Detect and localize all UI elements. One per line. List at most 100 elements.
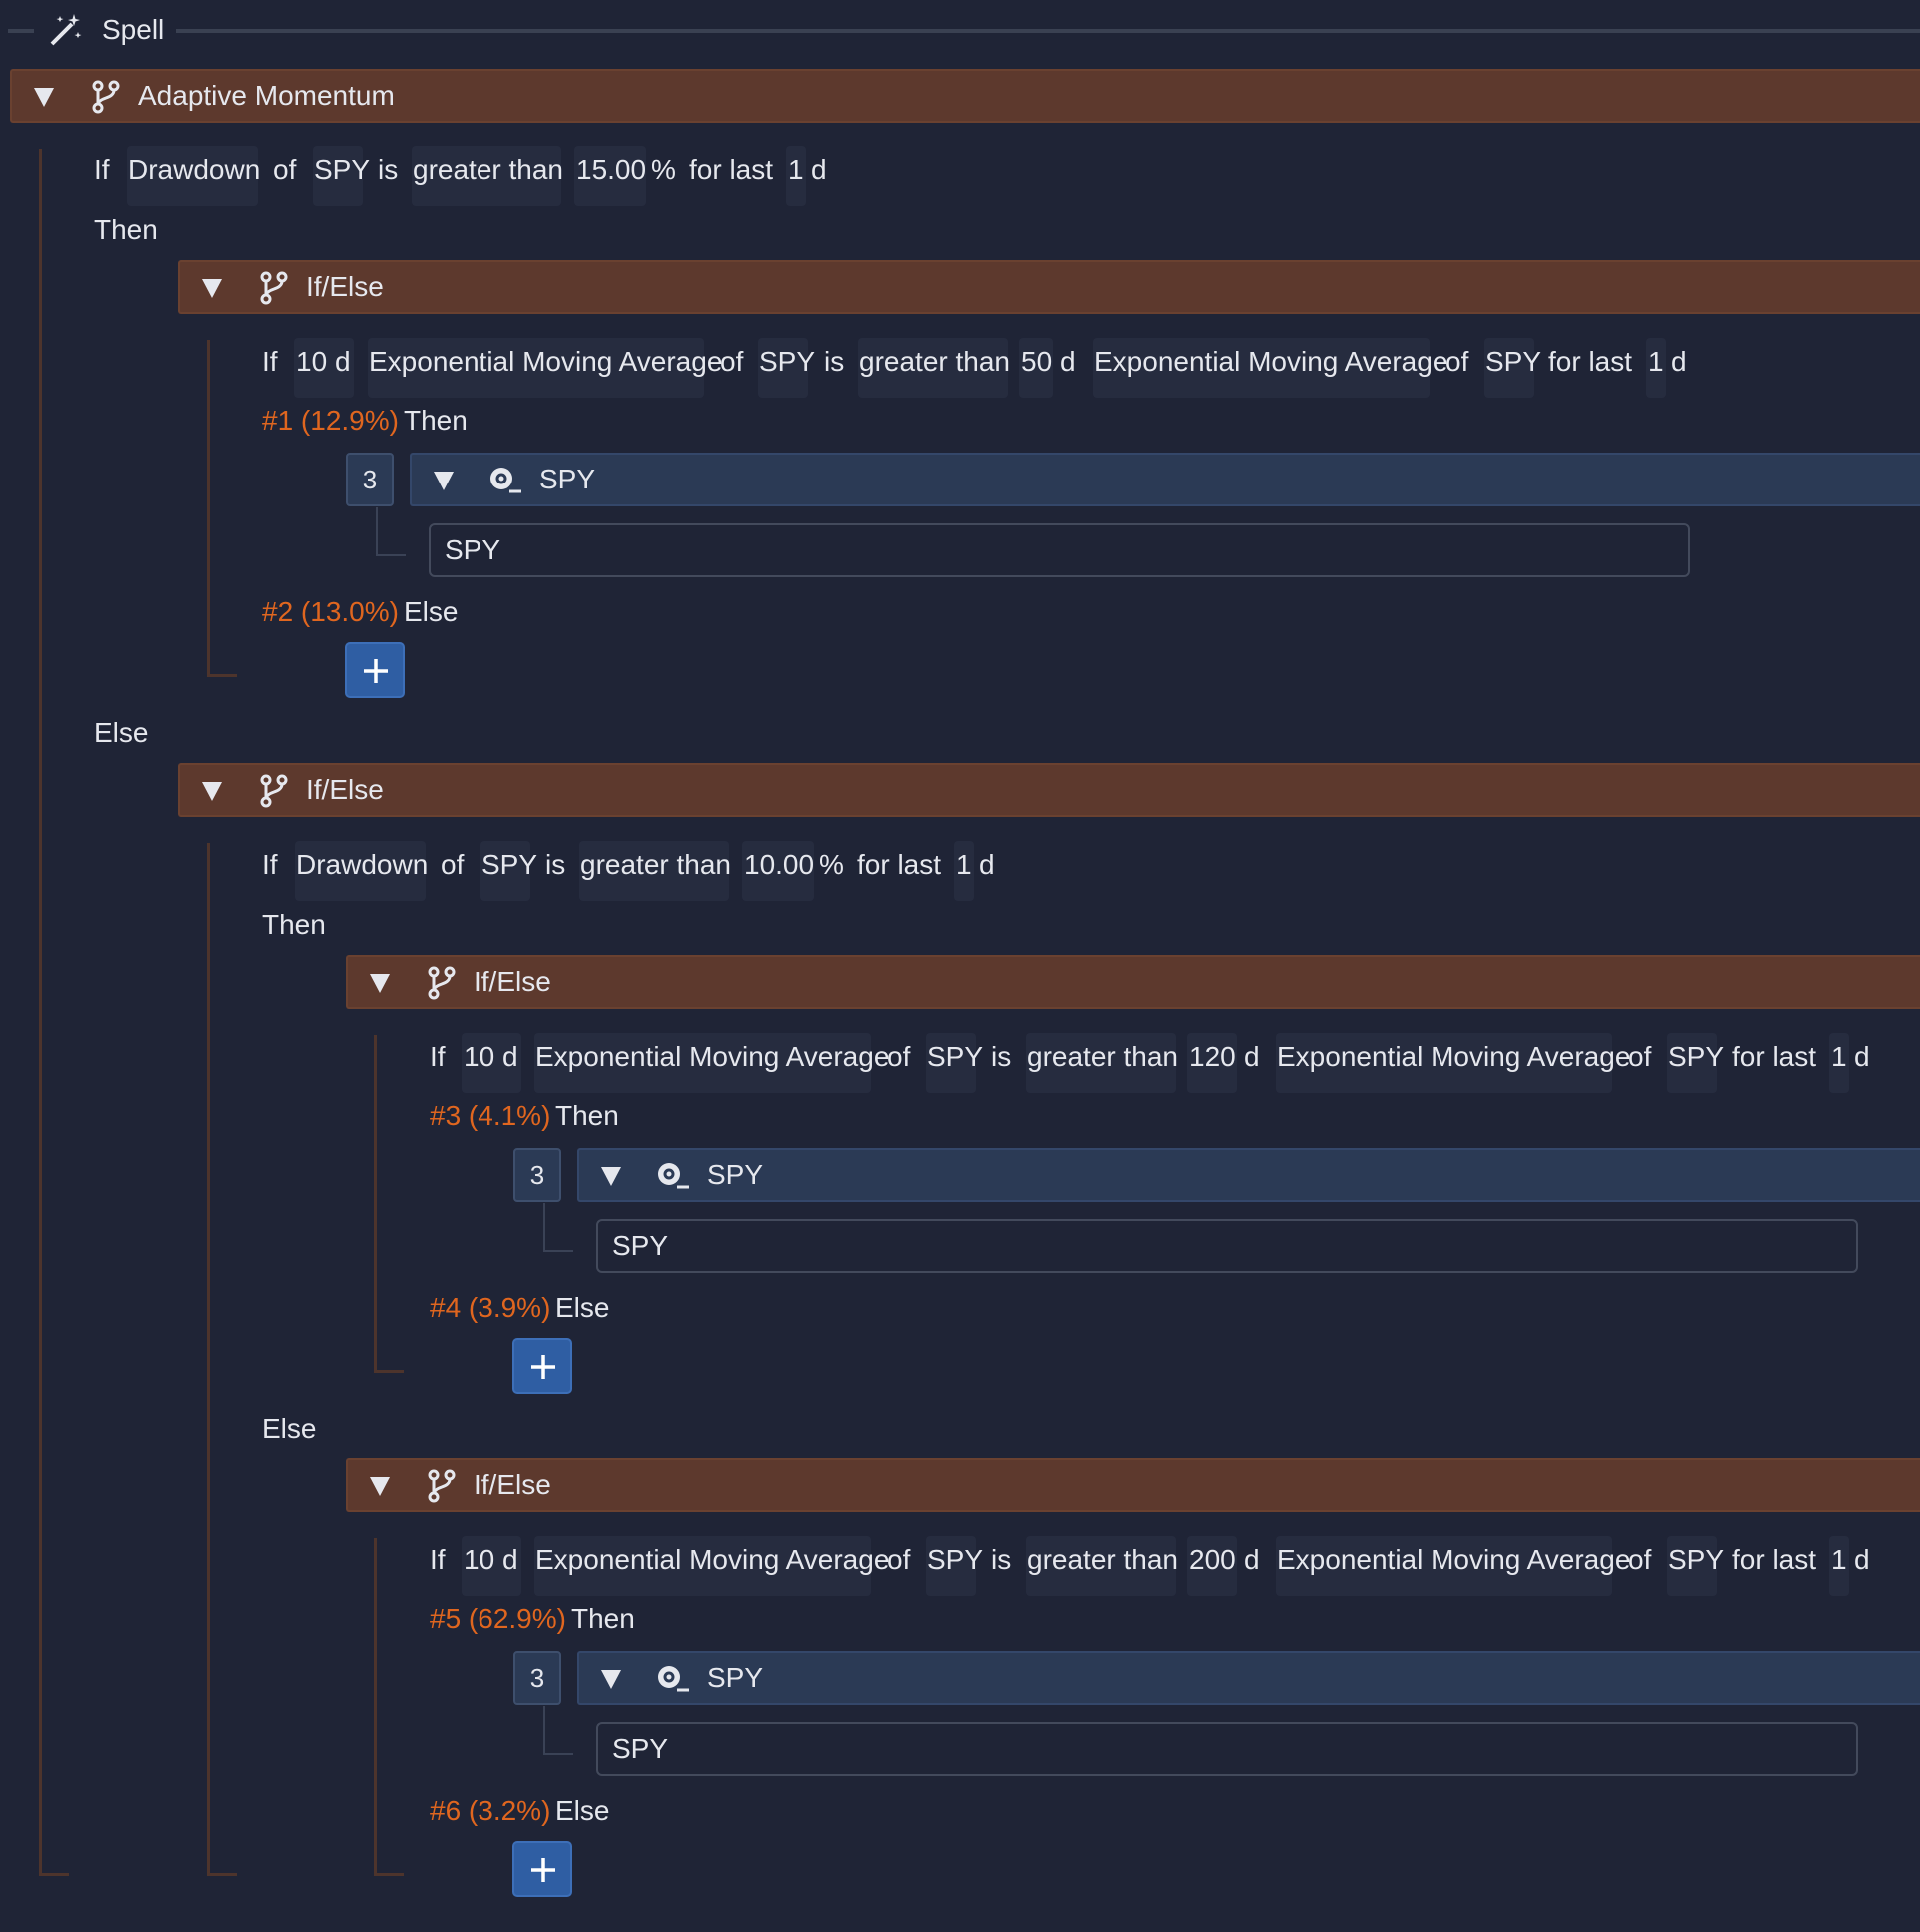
window-unit: d [1060, 346, 1076, 377]
collapse-triangle-icon[interactable] [32, 85, 56, 109]
weight-input[interactable]: 3 [513, 1148, 561, 1202]
unit-label: % [819, 849, 844, 880]
window-input[interactable]: 10 [296, 344, 327, 380]
if-keyword: If [430, 1544, 446, 1575]
weight-input[interactable]: 3 [513, 1651, 561, 1705]
comparator-select[interactable]: greater than [1027, 1039, 1178, 1075]
window-input[interactable]: 120 [1189, 1039, 1236, 1075]
window-input[interactable]: 200 [1189, 1542, 1236, 1578]
weight-input[interactable]: 3 [346, 453, 394, 506]
tree-line [374, 1538, 377, 1876]
period-input[interactable]: 1 [956, 847, 972, 883]
add-button[interactable] [512, 1841, 572, 1897]
of-keyword: of [887, 1544, 911, 1575]
asset-select[interactable]: SPY [927, 1039, 983, 1075]
asset-block-header[interactable]: SPY [577, 1651, 1920, 1705]
add-button[interactable] [512, 1338, 572, 1394]
magnifier-icon [655, 1664, 691, 1694]
ticker-field[interactable]: SPY [429, 523, 1690, 577]
git-branch-icon [424, 1468, 460, 1504]
collapse-triangle-icon[interactable] [599, 1164, 623, 1188]
window-input[interactable]: 10 [464, 1039, 494, 1075]
period-input[interactable]: 1 [788, 152, 804, 188]
ifelse-block-header[interactable]: If/Else [346, 1458, 1920, 1512]
block-title[interactable]: Adaptive Momentum [138, 78, 395, 114]
comparator-select[interactable]: greater than [413, 152, 563, 188]
for-last-keyword: for last [857, 849, 942, 880]
magic-wand-icon [50, 14, 82, 46]
asset-select[interactable]: SPY [927, 1542, 983, 1578]
indicator-select[interactable]: Exponential Moving Average [1277, 1542, 1630, 1578]
period-input[interactable]: 1 [1648, 344, 1664, 380]
asset-title[interactable]: SPY [539, 462, 595, 497]
branch-tag: #1 (12.9%) [262, 405, 399, 436]
if-keyword: If [262, 346, 278, 377]
period-unit: d [1854, 1544, 1870, 1575]
period-input[interactable]: 1 [1831, 1542, 1847, 1578]
asset-select[interactable]: SPY [759, 344, 815, 380]
for-last-keyword: for last [1732, 1544, 1817, 1575]
ticker-value[interactable]: SPY [612, 1731, 668, 1767]
indicator-select[interactable]: Exponential Moving Average [1094, 344, 1447, 380]
collapse-triangle-icon[interactable] [432, 469, 456, 492]
if-keyword: If [430, 1041, 446, 1072]
connector-line [376, 507, 378, 555]
ticker-value[interactable]: SPY [445, 532, 500, 568]
add-button[interactable] [345, 642, 405, 698]
window-input[interactable]: 10 [464, 1542, 494, 1578]
root-tree-line-end [39, 1873, 69, 1876]
collapse-triangle-icon[interactable] [599, 1667, 623, 1691]
comparator-select[interactable]: greater than [1027, 1542, 1178, 1578]
ticker-field[interactable]: SPY [596, 1722, 1858, 1776]
spell-bar-divider-right [176, 29, 1920, 33]
threshold-input[interactable]: 10.00 [744, 847, 814, 883]
tree-line [207, 340, 210, 677]
indicator-select[interactable]: Drawdown [128, 152, 260, 188]
ifelse-block-header[interactable]: If/Else [178, 260, 1920, 314]
then-label: Then [404, 405, 468, 436]
is-keyword: is [824, 346, 845, 377]
period-input[interactable]: 1 [1831, 1039, 1847, 1075]
block-title[interactable]: If/Else [474, 1467, 551, 1503]
git-branch-icon [256, 270, 292, 306]
collapse-triangle-icon[interactable] [200, 779, 224, 803]
ticker-field[interactable]: SPY [596, 1219, 1858, 1273]
collapse-triangle-icon[interactable] [368, 971, 392, 995]
ticker-value[interactable]: SPY [612, 1228, 668, 1264]
asset-select[interactable]: SPY [1485, 344, 1541, 380]
block-title[interactable]: If/Else [306, 269, 384, 305]
indicator-select[interactable]: Exponential Moving Average [1277, 1039, 1630, 1075]
indicator-select[interactable]: Exponential Moving Average [535, 1039, 889, 1075]
indicator-select[interactable]: Exponential Moving Average [535, 1542, 889, 1578]
period-unit: d [811, 154, 827, 185]
indicator-select[interactable]: Exponential Moving Average [369, 344, 722, 380]
tree-line [374, 1035, 377, 1373]
ifelse-block-header[interactable]: If/Else [178, 763, 1920, 817]
collapse-triangle-icon[interactable] [368, 1474, 392, 1498]
block-title[interactable]: If/Else [474, 964, 551, 1000]
comparator-select[interactable]: greater than [580, 847, 731, 883]
else-label: Else [555, 1292, 610, 1323]
threshold-input[interactable]: 15.00 [576, 152, 646, 188]
window-input[interactable]: 50 [1021, 344, 1052, 380]
period-unit: d [979, 849, 995, 880]
asset-select[interactable]: SPY [481, 847, 537, 883]
asset-title[interactable]: SPY [707, 1157, 763, 1193]
comparator-select[interactable]: greater than [859, 344, 1010, 380]
spell-label: Spell [102, 14, 165, 45]
asset-select[interactable]: SPY [1668, 1039, 1724, 1075]
asset-block-header[interactable]: SPY [577, 1148, 1920, 1202]
ifelse-block-header[interactable]: If/Else [346, 955, 1920, 1009]
block-title[interactable]: If/Else [306, 772, 384, 808]
asset-select[interactable]: SPY [314, 152, 370, 188]
asset-title[interactable]: SPY [707, 1660, 763, 1696]
asset-select[interactable]: SPY [1668, 1542, 1724, 1578]
indicator-select[interactable]: Drawdown [296, 847, 428, 883]
window-unit: d [1244, 1544, 1260, 1575]
root-block-header[interactable]: Adaptive Momentum [10, 69, 1920, 123]
tree-line-end [207, 674, 237, 677]
connector-line [376, 554, 406, 556]
asset-block-header[interactable]: SPY [410, 453, 1920, 506]
collapse-triangle-icon[interactable] [200, 276, 224, 300]
branch-tag: #3 (4.1%) [430, 1100, 551, 1131]
